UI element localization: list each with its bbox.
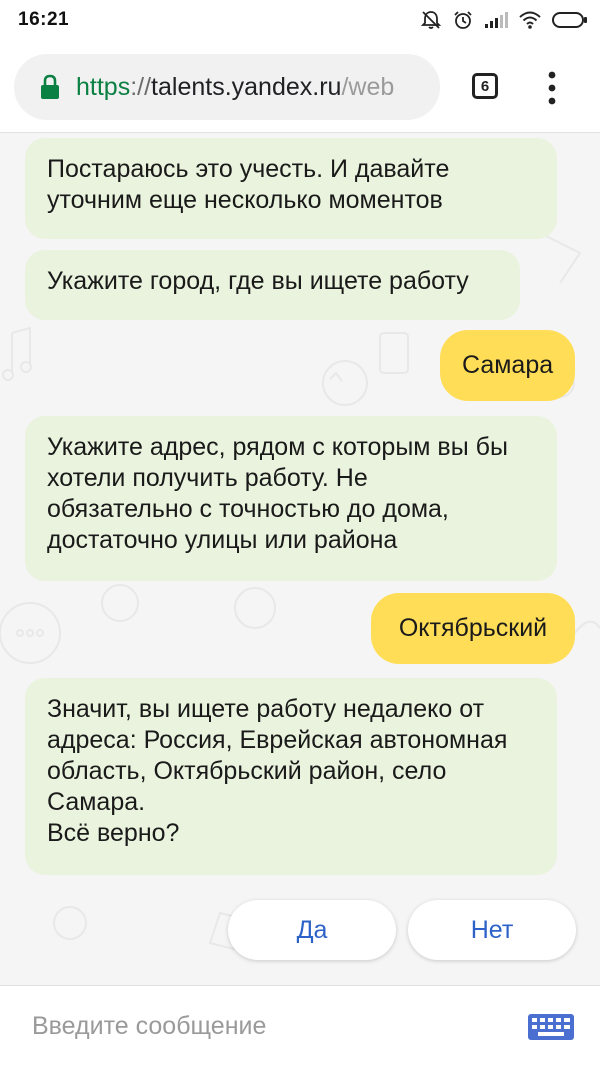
url-fade [400,54,440,120]
url-path: /web [341,73,395,101]
alarm-icon [454,11,472,29]
bot-message: Постараюсь это учесть. И давайте уточним… [25,138,557,239]
url-text: https://talents.yandex.ru/web [76,73,394,102]
bot-message: Укажите город, где вы ищете работу [25,250,520,320]
battery-icon [552,12,587,28]
url-host: talents.yandex.ru [151,73,342,101]
bot-message: Укажите адрес, рядом с которым вы бы хот… [25,416,557,581]
status-icons [420,9,588,31]
keyboard-icon[interactable] [528,1014,574,1040]
chat-area[interactable]: Постараюсь это учесть. И давайте уточним… [0,133,600,985]
user-message: Самара [440,330,575,401]
wifi-icon [519,11,541,29]
message-composer [0,985,600,1067]
message-input[interactable] [32,1006,502,1046]
status-time: 16:21 [18,9,70,30]
screen: 16:21 https://talents.yandex.ru/web 6 По… [0,0,600,1067]
cell-signal-icon [485,12,508,28]
quick-reply-yes-button[interactable]: Да [228,900,396,960]
tab-switcher-button[interactable]: 6 [472,73,498,99]
more-vert-icon[interactable] [542,70,562,106]
user-message: Октябрьский [371,593,575,664]
url-separator: :// [130,73,152,101]
mute-notifications-icon [420,11,442,29]
quick-reply-no-button[interactable]: Нет [408,900,576,960]
bot-message: Значит, вы ищете работу недалеко от адре… [25,678,557,875]
url-scheme: https [76,73,131,101]
status-bar: 16:21 [0,0,600,40]
address-bar[interactable]: https://talents.yandex.ru/web [14,54,440,120]
browser-toolbar: https://talents.yandex.ru/web 6 [0,40,600,133]
lock-icon [41,74,59,99]
